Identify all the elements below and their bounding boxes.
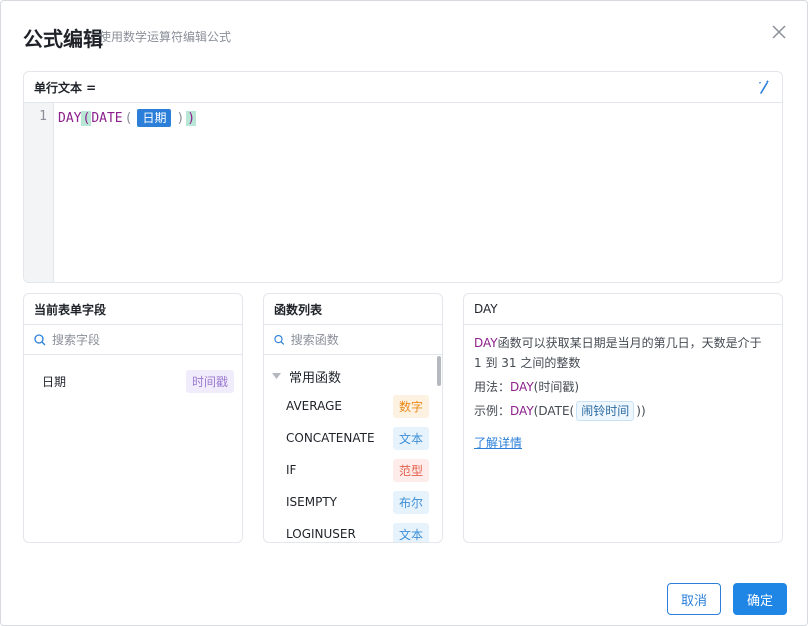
formula-code[interactable]: DAY ( DATE ( 日期 ) ) — [58, 108, 197, 128]
function-type-badge: 数字 — [392, 394, 429, 418]
cancel-button[interactable]: 取消 — [667, 583, 721, 615]
function-item-name: LOGINUSER — [286, 527, 356, 541]
function-type-badge: 布尔 — [392, 490, 429, 514]
function-item[interactable]: ISEMPTY 布尔 — [264, 486, 442, 518]
field-item-name: 日期 — [42, 374, 67, 389]
function-item-name: CONCATENATE — [286, 431, 375, 445]
line-gutter: 1 — [24, 103, 54, 282]
dialog-subtitle: 使用数学运算符编辑公式 — [99, 30, 232, 44]
search-icon — [274, 334, 285, 345]
example-inner: (DATE( — [533, 404, 575, 418]
formula-paren-close-inner: ) — [176, 110, 185, 126]
dialog-title: 公式编辑 — [23, 27, 103, 51]
search-icon — [34, 333, 46, 345]
function-item-name: ISEMPTY — [286, 495, 337, 509]
formula-field-chip[interactable]: 日期 — [137, 109, 172, 127]
function-item[interactable]: CONCATENATE 文本 — [264, 422, 442, 454]
field-search-input[interactable] — [52, 332, 222, 347]
confirm-button[interactable]: 确定 — [733, 583, 787, 615]
example-field-chip: 闹铃时间 — [576, 401, 635, 421]
function-type-badge: 文本 — [392, 426, 429, 450]
function-group-label: 常用函数 — [289, 370, 342, 386]
fields-panel-title: 当前表单字段 — [24, 294, 242, 325]
function-type-badge: 范型 — [392, 458, 429, 482]
function-item-name: AVERAGE — [286, 399, 342, 413]
formula-fn-day: DAY — [58, 110, 82, 126]
function-description: DAY函数可以获取某日期是当月的第几日，天数是介于 1 到 31 之间的整数 用… — [464, 325, 782, 461]
usage-args: (时间戳) — [533, 380, 580, 394]
usage-fn: DAY — [510, 380, 534, 394]
editor-header: 单行文本 = — [24, 72, 782, 103]
close-icon[interactable] — [769, 22, 789, 42]
function-item-name: IF — [286, 463, 297, 477]
field-search[interactable] — [24, 325, 242, 355]
function-item[interactable]: LOGINUSER 文本 — [264, 518, 442, 542]
description-text: DAY函数可以获取某日期是当月的第几日，天数是介于 1 到 31 之间的整数 — [474, 333, 772, 373]
field-type-badge: 时间戳 — [185, 369, 234, 393]
example-fn: DAY — [510, 404, 534, 418]
function-group[interactable]: 常用函数 — [264, 362, 442, 390]
example-line: 示例：DAY(DATE(闹铃时间)) — [474, 401, 772, 421]
field-item[interactable]: 日期 时间戳 — [24, 365, 242, 397]
formula-editor[interactable]: 单行文本 = 1 DAY ( DATE ( 日期 ) ) — [23, 71, 783, 283]
desc-fn-name: DAY — [474, 336, 498, 350]
caret-down-icon — [272, 372, 281, 379]
function-item[interactable]: IF 范型 — [264, 454, 442, 486]
usage-line: 用法：DAY(时间戳) — [474, 377, 772, 397]
detail-panel-title: DAY — [464, 294, 782, 325]
formula-paren-close: ) — [186, 110, 197, 126]
formula-paren-open-inner: ( — [124, 110, 133, 126]
magic-wand-icon[interactable] — [756, 79, 772, 95]
functions-panel-title: 函数列表 — [264, 294, 442, 325]
functions-panel: 函数列表 常用函数 AVERAGE 数字 CONCATENATE 文本 IF 范… — [263, 293, 443, 543]
usage-label: 用法： — [474, 380, 511, 394]
formula-paren-open: ( — [81, 110, 92, 126]
function-type-badge: 文本 — [392, 522, 429, 542]
formula-dialog: 公式编辑 使用数学运算符编辑公式 单行文本 = 1 DAY ( DATE ( 日… — [0, 0, 808, 626]
editor-label: 单行文本 = — [34, 80, 97, 95]
fields-panel: 当前表单字段 日期 时间戳 — [23, 293, 243, 543]
formula-fn-date: DATE — [91, 110, 123, 126]
example-label: 示例： — [474, 404, 511, 418]
scrollbar[interactable] — [437, 356, 441, 386]
line-number: 1 — [39, 109, 47, 124]
learn-more-link[interactable]: 了解详情 — [474, 433, 522, 453]
desc-body: 函数可以获取某日期是当月的第几日，天数是介于 1 到 31 之间的整数 — [474, 336, 762, 370]
detail-panel: DAY DAY函数可以获取某日期是当月的第几日，天数是介于 1 到 31 之间的… — [463, 293, 783, 543]
function-item[interactable]: AVERAGE 数字 — [264, 390, 442, 422]
function-search-input[interactable] — [290, 332, 442, 347]
function-search[interactable] — [264, 325, 442, 355]
example-close: )) — [636, 404, 646, 418]
